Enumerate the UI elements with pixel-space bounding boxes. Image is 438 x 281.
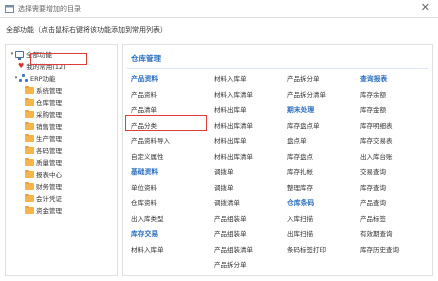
- function-link[interactable]: 交易查询: [360, 166, 386, 176]
- tree-item[interactable]: 系统管理: [25, 85, 62, 95]
- function-link[interactable]: 出库扫描: [287, 228, 313, 238]
- tree-item-label: 各码管理: [36, 147, 62, 155]
- function-link[interactable]: 产品标签: [360, 213, 386, 223]
- function-link[interactable]: 库存扎帐: [287, 166, 313, 176]
- function-link[interactable]: 产品组装单: [214, 213, 247, 223]
- tree-item[interactable]: 会计凭证: [25, 193, 62, 203]
- tree-item-label: 质量管理: [36, 159, 62, 167]
- monitor-icon: [15, 50, 24, 60]
- hint-text: 全部功能（点击鼠标右键将该功能添加到常用列表）: [6, 26, 167, 34]
- function-tree[interactable]: ▾ 全部功能 ♥ 我的常用(12) ▾ ERP功能 系统管理 仓库管理 采购管理 销售…: [5, 44, 118, 276]
- function-link[interactable]: 自定义属性: [131, 151, 164, 161]
- function-link[interactable]: 库存查询: [360, 182, 386, 192]
- function-link[interactable]: 条码标签打印: [287, 244, 326, 254]
- function-link[interactable]: 盘点单: [287, 135, 307, 145]
- function-link[interactable]: 库存余额: [360, 89, 386, 99]
- function-link[interactable]: 调拨单: [214, 166, 234, 176]
- group-heading: 仓库条码: [287, 199, 315, 207]
- tree-item-label: 系统管理: [36, 87, 62, 95]
- folder-icon: [25, 193, 34, 202]
- folder-icon: [25, 145, 34, 154]
- tree-item-label: 采购管理: [36, 111, 62, 119]
- folder-icon: [25, 157, 34, 166]
- folder-icon: [25, 169, 34, 178]
- tree-item[interactable]: 质量管理: [25, 157, 62, 167]
- window-icon: [5, 5, 14, 13]
- tree-item[interactable]: 各码管理: [25, 145, 62, 155]
- selection-highlight: [125, 115, 207, 131]
- function-link[interactable]: 库存金额: [360, 104, 386, 114]
- divider: [127, 68, 428, 69]
- group-heading: 期末处理: [287, 106, 315, 114]
- tree-item[interactable]: 资金管理: [25, 205, 62, 215]
- selection-highlight: [30, 53, 87, 65]
- folder-icon: [25, 205, 34, 214]
- title-bar: 选择需要增加的目录 ✕: [0, 0, 438, 18]
- folder-icon: [25, 109, 34, 118]
- close-button[interactable]: ✕: [421, 2, 430, 14]
- function-link[interactable]: 产品组装清单: [214, 244, 253, 254]
- function-link[interactable]: 产品资料: [131, 89, 157, 99]
- function-link[interactable]: 材料入库单: [214, 73, 247, 83]
- function-link[interactable]: 产品拆分单: [287, 73, 320, 83]
- function-link[interactable]: 仓库资料: [131, 197, 157, 207]
- function-link[interactable]: 产品拆分清单: [287, 89, 326, 99]
- tree-item-erp[interactable]: ▾ ERP功能: [13, 73, 56, 83]
- function-link[interactable]: 库存交易表: [360, 135, 393, 145]
- tree-item-label: 生产管理: [36, 135, 62, 143]
- group-heading: 库存交易: [131, 230, 159, 238]
- function-link[interactable]: 库存历史查询: [360, 244, 399, 254]
- function-link[interactable]: 产品清单: [131, 104, 157, 114]
- tree-item-label: 销售管理: [36, 123, 62, 131]
- tree-item[interactable]: 仓库管理: [25, 97, 62, 107]
- function-link[interactable]: 产品拆分单: [214, 259, 247, 269]
- function-link[interactable]: 调拨单: [214, 182, 234, 192]
- function-link[interactable]: 有效期查询: [360, 228, 393, 238]
- function-link[interactable]: 出入库类型: [131, 213, 164, 223]
- group-heading: 产品资料: [131, 75, 159, 83]
- function-link[interactable]: 产品组装单: [214, 228, 247, 238]
- heart-icon: ♥: [18, 61, 25, 70]
- function-link[interactable]: 材料入库清单: [214, 89, 253, 99]
- folder-icon: [25, 181, 34, 190]
- tree-item-label: 资金管理: [36, 207, 62, 215]
- function-link[interactable]: 出入库台账: [360, 151, 393, 161]
- group-heading: 查询报表: [360, 75, 388, 83]
- tree-item[interactable]: 报表中心: [25, 169, 62, 179]
- tree-item-label: 报表中心: [36, 171, 62, 179]
- function-link[interactable]: 库存明细表: [360, 120, 393, 130]
- function-link[interactable]: 材料出库清单: [214, 151, 253, 161]
- tree-item-label: 会计凭证: [36, 195, 62, 203]
- tree-item[interactable]: 生产管理: [25, 133, 62, 143]
- function-link[interactable]: 材料出库单: [214, 104, 247, 114]
- folder-icon: [25, 121, 34, 130]
- function-link[interactable]: 库存盘点单: [287, 120, 320, 130]
- tree-item-label: 财务管理: [36, 183, 62, 191]
- function-panel: 仓库管理 产品资料 产品资料 产品清单 产品分类 产品资料导入 自定义属性 基础资料 单位资料…: [122, 44, 433, 276]
- tree-item-label: 仓库管理: [36, 99, 62, 107]
- function-link[interactable]: 产品查询: [360, 197, 386, 207]
- function-link[interactable]: 材料出库单: [214, 135, 247, 145]
- folder-icon: [25, 85, 34, 94]
- panel-heading: 仓库管理: [131, 54, 161, 63]
- group-heading: 基础资料: [131, 168, 159, 176]
- function-link[interactable]: 单位资料: [131, 182, 157, 192]
- function-link[interactable]: 整理库存: [287, 182, 313, 192]
- function-link[interactable]: 入库扫描: [287, 213, 313, 223]
- folder-icon: [25, 133, 34, 142]
- window-title: 选择需要增加的目录: [18, 5, 81, 13]
- tree-item[interactable]: 采购管理: [25, 109, 62, 119]
- tree-item[interactable]: 销售管理: [25, 121, 62, 131]
- function-link[interactable]: 材料入库单: [131, 244, 164, 254]
- function-link[interactable]: 调拨清单: [214, 197, 240, 207]
- folder-icon: [25, 97, 34, 106]
- tree-item[interactable]: 财务管理: [25, 181, 62, 191]
- function-link[interactable]: 产品资料导入: [131, 135, 170, 145]
- tree-item-label: ERP功能: [30, 75, 56, 83]
- function-link[interactable]: 材料出库清单: [214, 120, 253, 130]
- function-link[interactable]: 库存盘点: [287, 151, 313, 161]
- org-chart-icon: [19, 74, 28, 82]
